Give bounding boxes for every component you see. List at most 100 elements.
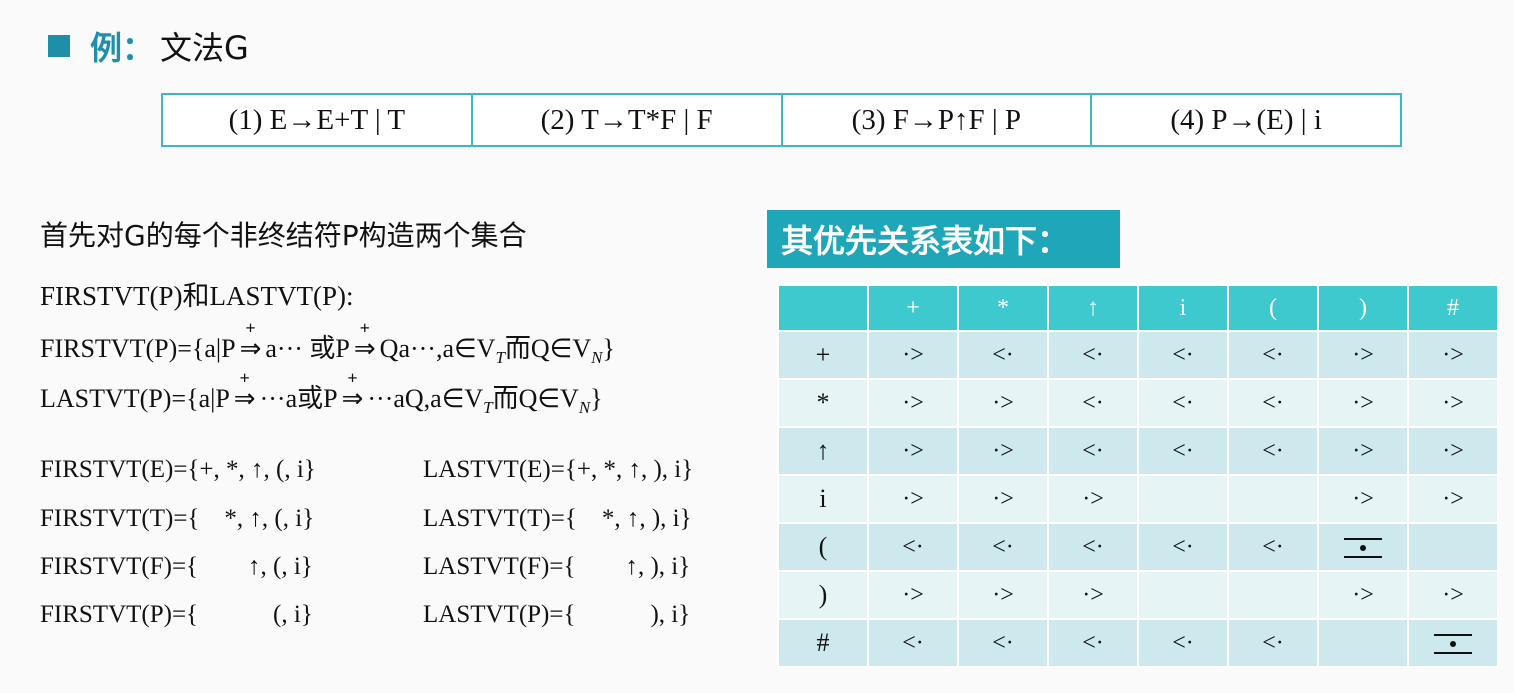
derive-plus-symbol: + ⇒ [239, 318, 262, 363]
subscript: T [495, 348, 505, 367]
relation-cell [1227, 570, 1319, 620]
relation-cell: ·> [957, 474, 1049, 524]
firstvt-def-part: FIRSTVT(P)={a|P [40, 334, 236, 363]
table-row: i ·> ·> ·> ·> ·> [777, 474, 1499, 524]
column-header: ) [1317, 284, 1409, 332]
relation-cell: ·> [1047, 570, 1139, 620]
derive-plus-symbol: + ⇒ [233, 368, 256, 413]
relation-cell: <· [1137, 522, 1229, 572]
relation-cell: <· [957, 618, 1049, 668]
relation-cell: <· [1047, 378, 1139, 428]
table-row: ) ·> ·> ·> ·> ·> [777, 570, 1499, 620]
column-header: ↑ [1047, 284, 1139, 332]
relation-cell: ·> [1407, 426, 1499, 476]
relation-cell [1227, 474, 1319, 524]
column-header: ( [1227, 284, 1319, 332]
relation-cell: ·> [1407, 570, 1499, 620]
table-row: ↑ ·> ·> <· <· <· ·> ·> [777, 426, 1499, 476]
relation-cell: ·> [867, 426, 959, 476]
firstvt-def-part: 而Q∈V [504, 334, 592, 363]
relation-cell: <· [1047, 618, 1139, 668]
lastvt-set: LASTVT(P)={ ), i} [423, 601, 691, 628]
relation-cell: <· [1227, 378, 1319, 428]
lastvt-set: LASTVT(T)={ *, ↑, ), i} [423, 505, 692, 532]
firstvt-set: FIRSTVT(F)={ ↑, (, i} [40, 553, 313, 580]
relation-cell [1137, 570, 1229, 620]
row-header: ( [777, 522, 869, 572]
relation-cell: ·> [957, 570, 1049, 620]
relation-cell [1407, 522, 1499, 572]
relation-cell: ·> [957, 378, 1049, 428]
table-header-row: + * ↑ i ( ) # [777, 284, 1499, 332]
corner-cell [777, 284, 869, 332]
table-row: + ·> <· <· <· <· ·> ·> [777, 330, 1499, 380]
relation-cell: <· [1227, 426, 1319, 476]
firstvt-def-part: } [602, 334, 615, 363]
relation-cell: <· [957, 522, 1049, 572]
column-header: + [867, 284, 959, 332]
table-row: (<· <· <· <· <· [777, 522, 1499, 572]
relation-cell: <· [1227, 330, 1319, 380]
definition-heading: FIRSTVT(P)和LASTVT(P): [40, 281, 354, 311]
grammar-rule: (2) T→T*F | F [473, 95, 783, 145]
relation-cell: <· [1227, 618, 1319, 668]
relation-cell: ·> [867, 330, 959, 380]
relation-cell: ·> [1317, 570, 1409, 620]
relation-cell: <· [1047, 522, 1139, 572]
bullet-square-icon [48, 35, 70, 57]
lastvt-def-part: 而Q∈V [492, 384, 579, 413]
row-header: i [777, 474, 869, 524]
derive-plus-symbol: + ⇒ [341, 368, 364, 413]
grammar-rule: (3) F→P↑F | P [783, 95, 1093, 145]
relation-cell: ·> [867, 570, 959, 620]
relation-cell: ·> [1317, 474, 1409, 524]
relation-cell [1317, 618, 1409, 668]
table-title-badge: 其优先关系表如下： [767, 210, 1120, 268]
relation-cell: ·> [1317, 330, 1409, 380]
relation-cell: <· [957, 330, 1049, 380]
relation-cell: <· [1137, 618, 1229, 668]
equal-precedence-icon [1434, 633, 1472, 654]
grammar-rule: (4) P→(E) | i [1170, 103, 1322, 136]
lastvt-set: LASTVT(E)={+, *, ↑, ), i} [423, 456, 694, 483]
relation-cell: <· [1137, 426, 1229, 476]
relation-cell: <· [867, 522, 959, 572]
relation-cell: <· [1047, 330, 1139, 380]
subscript: T [483, 398, 493, 417]
relation-cell: <· [1137, 330, 1229, 380]
relation-cell: ·> [1047, 474, 1139, 524]
table-row: * ·> ·> <· <· <· ·> ·> [777, 378, 1499, 428]
title-label: 例 [90, 29, 123, 67]
relation-cell: <· [867, 618, 959, 668]
title-text: 文法G [160, 29, 249, 67]
relation-cell: <· [1227, 522, 1319, 572]
lastvt-def-part: LASTVT(P)={a|P [40, 384, 230, 413]
relation-cell [1407, 618, 1499, 668]
grammar-rule: (1) E→E+T | T [163, 95, 473, 145]
column-header: i [1137, 284, 1229, 332]
column-header: * [957, 284, 1049, 332]
intro-text: 首先对G的每个非终结符P构造两个集合 [40, 219, 527, 252]
subscript: N [578, 398, 591, 417]
row-header: ↑ [777, 426, 869, 476]
equal-precedence-icon [1344, 537, 1382, 558]
derive-plus-symbol: + ⇒ [353, 318, 376, 363]
relation-cell: ·> [1317, 426, 1409, 476]
relation-cell: ·> [957, 426, 1049, 476]
relation-cell: ·> [1407, 330, 1499, 380]
slide-title: 例 ： 文法G [48, 24, 249, 68]
title-separator: ： [122, 29, 155, 67]
relation-cell: ·> [1407, 378, 1499, 428]
relation-cell: ·> [867, 378, 959, 428]
lastvt-def-part: ···aQ,a∈V [367, 384, 484, 413]
grammar-rules-box: (1) E→E+T | T (2) T→T*F | F (3) F→P↑F | … [161, 93, 1402, 147]
relation-cell: ·> [1407, 474, 1499, 524]
firstvt-definition: FIRSTVT(P)={a|P + ⇒ a··· 或P + ⇒ Qa···,a∈VT而Q∈V… [40, 318, 615, 368]
relation-cell [1317, 522, 1409, 572]
firstvt-set: FIRSTVT(P)={ (, i} [40, 601, 313, 628]
row-header: * [777, 378, 869, 428]
firstvt-set: FIRSTVT(E)={+, *, ↑, (, i} [40, 456, 316, 483]
row-header: # [777, 618, 869, 668]
lastvt-def-part: } [590, 384, 603, 413]
row-header: ) [777, 570, 869, 620]
